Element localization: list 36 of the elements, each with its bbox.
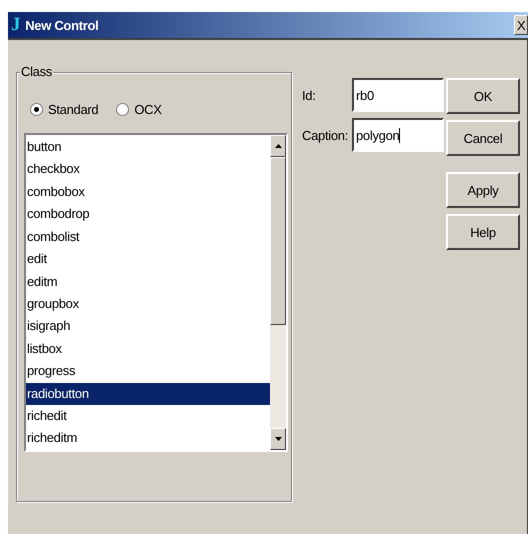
up-arrow-icon	[274, 144, 282, 148]
field-label: Id:	[302, 88, 317, 102]
scrollbar[interactable]	[270, 135, 286, 450]
close-button[interactable]: X	[514, 15, 528, 35]
radio-button[interactable]	[116, 102, 130, 116]
list-item[interactable]: listbox	[26, 338, 270, 360]
list-item[interactable]: editm	[26, 270, 270, 293]
down-arrow-icon	[274, 437, 282, 441]
radio-label: Standard	[48, 102, 98, 116]
list-item[interactable]: richeditm	[26, 427, 270, 450]
text-field[interactable]: polygon	[352, 118, 444, 152]
scroll-down-button[interactable]	[270, 428, 286, 450]
list-item[interactable]: radiobutton	[26, 382, 270, 406]
list-item[interactable]: combobox	[26, 180, 270, 204]
scroll-thumb[interactable]	[270, 157, 286, 325]
group-label: Class	[20, 64, 54, 79]
dialog-button[interactable]: Help	[446, 214, 520, 250]
list-item[interactable]: groupbox	[26, 292, 270, 316]
list-item[interactable]: richedit	[26, 405, 270, 428]
list-item[interactable]: button	[26, 136, 270, 158]
window-title: New Control	[25, 18, 100, 32]
list-item[interactable]: progress	[26, 360, 270, 383]
list-item[interactable]: checkbox	[26, 158, 270, 181]
scroll-up-button[interactable]	[270, 135, 286, 157]
dialog-button[interactable]: Cancel	[446, 120, 520, 156]
dialog-button[interactable]: OK	[446, 78, 520, 114]
list-item[interactable]: edit	[26, 248, 270, 271]
app-icon: J	[11, 14, 20, 36]
dialog-button[interactable]: Apply	[446, 172, 520, 208]
list-item[interactable]: combodrop	[26, 203, 270, 226]
radio-label: OCX	[134, 102, 162, 116]
field-label: Caption:	[302, 128, 350, 142]
list-item[interactable]: isigraph	[26, 315, 270, 338]
list-item[interactable]: combolist	[26, 226, 270, 248]
radio-button[interactable]	[30, 102, 43, 116]
text-field[interactable]: rb0	[352, 78, 444, 112]
